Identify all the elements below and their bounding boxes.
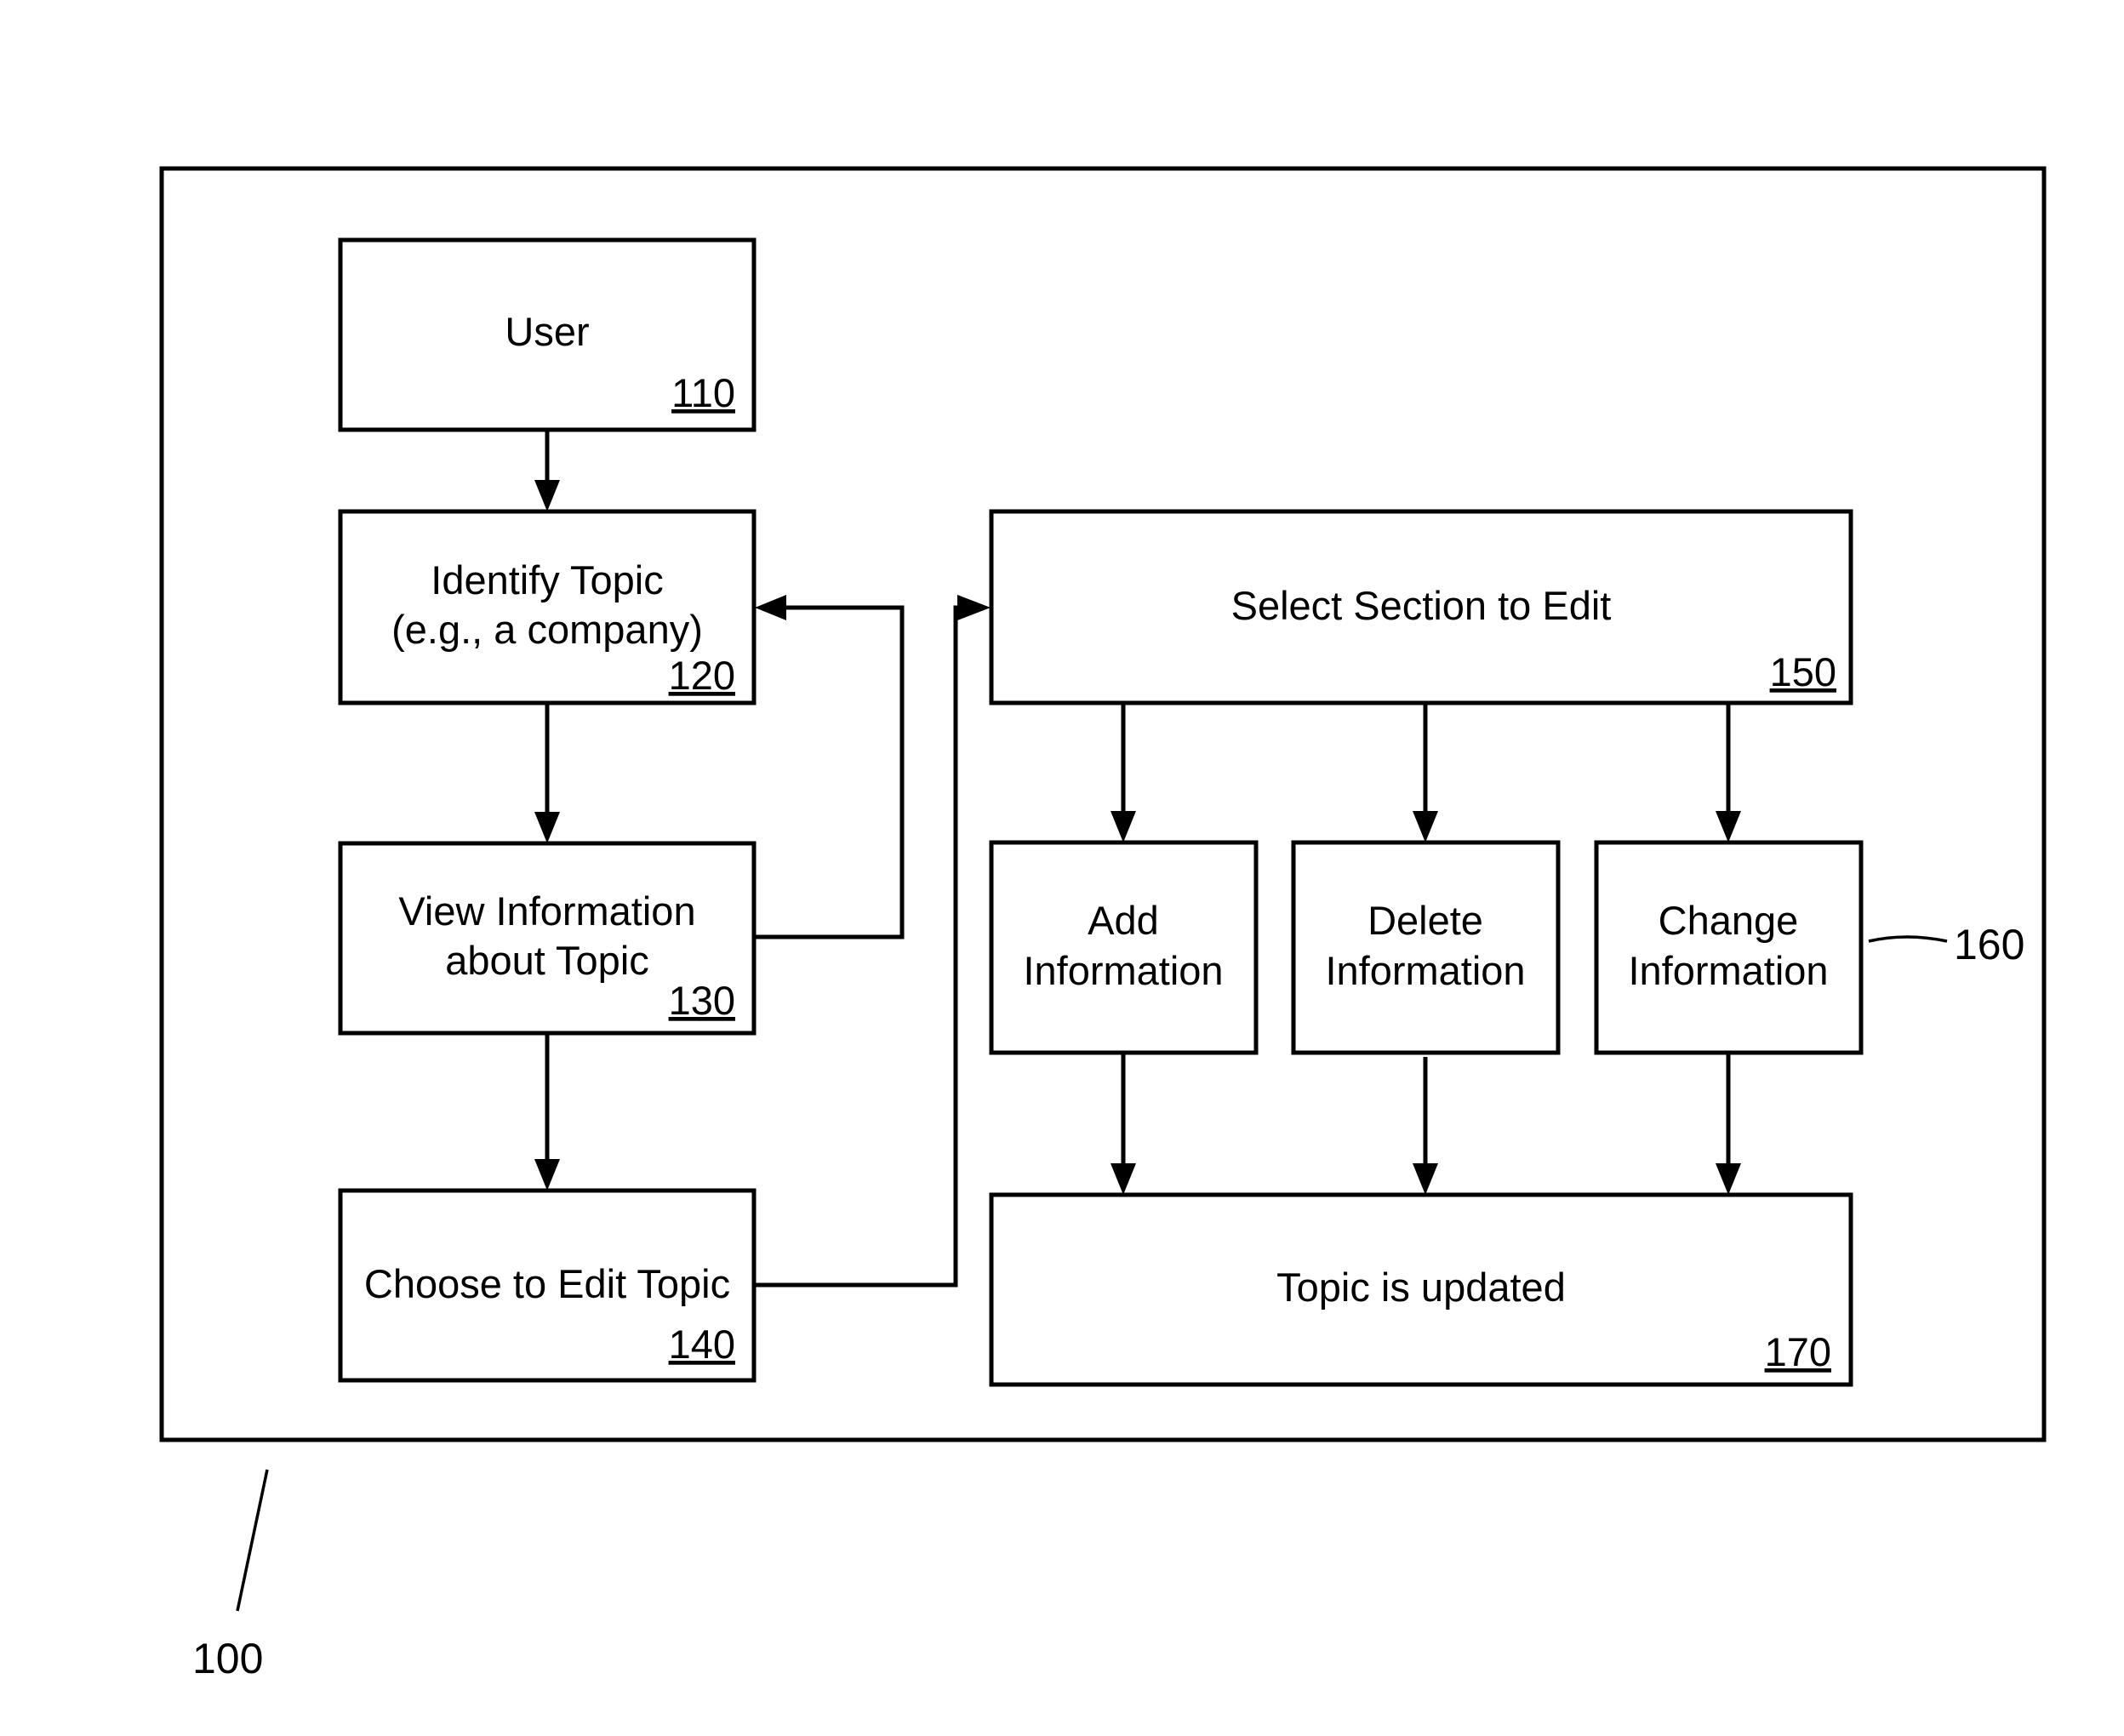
node-add-label-line1: Add	[1088, 898, 1159, 943]
arrowhead-icon	[1111, 1163, 1136, 1195]
node-delete-label-line1: Delete	[1367, 898, 1483, 943]
edge-view-identify-loop	[754, 595, 905, 939]
node-add-label-line2: Information	[1023, 948, 1223, 993]
arrowhead-icon	[534, 480, 560, 511]
edge-change-updated	[1716, 1053, 1741, 1195]
node-delete-label-line2: Information	[1325, 948, 1525, 993]
arrowhead-icon	[957, 595, 991, 620]
node-change-label-line2: Information	[1628, 948, 1828, 993]
node-updated: Topic is updated 170	[989, 1192, 1853, 1387]
callout-leader	[1868, 935, 1948, 943]
group-callout-160: 160	[1868, 921, 2024, 968]
node-select-ref: 150	[1770, 649, 1836, 694]
edge-identify-view	[534, 703, 560, 843]
node-identify-label-line2: (e.g., a company)	[391, 607, 703, 652]
edge-add-updated	[1111, 1053, 1136, 1195]
node-choose-ref: 140	[669, 1322, 735, 1367]
figure-reference-label: 100	[192, 1635, 263, 1682]
node-user: User 110	[338, 237, 757, 432]
arrowhead-icon	[1413, 811, 1438, 842]
edge-select-add	[1111, 703, 1136, 842]
node-identify-label-line1: Identify Topic	[431, 557, 663, 602]
node-change: Change Information	[1594, 840, 1864, 1055]
callout-leader	[236, 1469, 269, 1612]
arrowhead-icon	[534, 1159, 560, 1191]
arrowhead-icon	[1716, 811, 1741, 842]
node-choose-label: Choose to Edit Topic	[364, 1261, 730, 1306]
node-updated-label: Topic is updated	[1276, 1265, 1566, 1310]
arrowhead-icon	[1111, 811, 1136, 842]
arrowhead-icon	[1413, 1163, 1438, 1195]
edge-select-change	[1716, 703, 1741, 842]
edge-select-delete	[1413, 703, 1438, 842]
node-updated-ref: 170	[1765, 1329, 1831, 1374]
node-add: Add Information	[989, 840, 1259, 1055]
callout-label-160: 160	[1954, 921, 2024, 968]
node-view-ref: 130	[669, 978, 735, 1023]
node-select-label: Select Section to Edit	[1231, 583, 1612, 628]
arrowhead-icon	[1716, 1163, 1741, 1195]
node-user-ref: 110	[671, 370, 735, 415]
node-user-label: User	[505, 309, 589, 354]
figure-callout-100: 100	[192, 1469, 269, 1682]
node-choose: Choose to Edit Topic 140	[338, 1188, 757, 1383]
arrowhead-icon	[534, 812, 560, 843]
node-identify-ref: 120	[669, 653, 735, 698]
node-delete: Delete Information	[1291, 840, 1561, 1055]
arrowhead-icon	[755, 595, 786, 620]
node-view: View Information about Topic 130	[338, 841, 757, 1036]
node-view-label-line1: View Information	[398, 888, 695, 934]
node-view-label-line2: about Topic	[445, 938, 649, 983]
edge-user-identify	[534, 430, 560, 511]
edge-view-choose	[534, 1033, 560, 1191]
edge-delete-updated	[1413, 1057, 1438, 1195]
node-select: Select Section to Edit 150	[989, 509, 1853, 705]
flowchart-diagram: User 110 Identify Topic (e.g., a company…	[159, 166, 2047, 1682]
edge-choose-select	[754, 595, 991, 1288]
node-change-label-line1: Change	[1659, 898, 1799, 943]
node-identify: Identify Topic (e.g., a company) 120	[338, 509, 757, 705]
